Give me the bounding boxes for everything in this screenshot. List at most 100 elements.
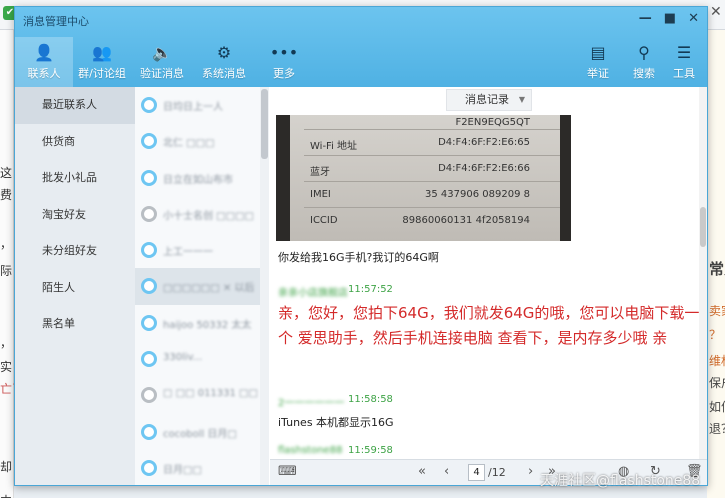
- list-item[interactable]: 小十士名创 □□□□: [135, 196, 268, 232]
- scrollbar-thumb[interactable]: [700, 207, 706, 247]
- close-icon[interactable]: ✕: [688, 11, 699, 26]
- contact-name: haijoo 50332 太太: [163, 319, 252, 331]
- toolbar-label: 工具: [673, 67, 695, 80]
- toolbar-more[interactable]: ••• 更多: [255, 37, 313, 87]
- bg-text: 维权: [709, 354, 725, 368]
- avatar: [141, 97, 157, 113]
- photo-value: D4:F4:6F:F2:E6:66: [438, 163, 530, 174]
- list-item[interactable]: 330liv...: [135, 341, 268, 377]
- category-ungrouped[interactable]: 未分组好友: [15, 233, 135, 270]
- search-icon: ⚲: [638, 43, 650, 62]
- list-item[interactable]: 上工一一一: [135, 232, 268, 268]
- minimize-icon[interactable]: —: [639, 11, 652, 26]
- avatar: [141, 423, 157, 440]
- background-left-panel: 这 费 ， 际 ， 实 亡了 却 中心: [0, 30, 14, 498]
- toolbar-system[interactable]: ⚙ 系统消息: [195, 37, 253, 87]
- list-item[interactable]: 日月□□: [135, 450, 268, 485]
- avatar: [141, 278, 157, 295]
- message-time: 11:58:58: [348, 394, 393, 405]
- contact-name: □□□□□□ ✕ 以后: [163, 283, 255, 295]
- list-item[interactable]: haijoo 50332 太太: [135, 305, 268, 341]
- avatar: [141, 169, 157, 186]
- list-item[interactable]: 日立在如山布市: [135, 160, 268, 196]
- bg-text: 际: [0, 264, 13, 278]
- record-label: 消息记录: [465, 93, 509, 106]
- photo-value: 89860060131 4f2058194: [402, 215, 530, 226]
- first-page-icon[interactable]: «: [418, 464, 426, 479]
- bg-text: 退？: [709, 422, 725, 436]
- category-blacklist[interactable]: 黑名单: [15, 306, 135, 343]
- message-text: iTunes 本机都显示16G: [278, 416, 394, 429]
- list-item[interactable]: □□□□□□ ✕ 以后: [135, 268, 268, 305]
- page-input[interactable]: 4: [468, 464, 485, 481]
- keyboard-icon[interactable]: ⌨: [278, 464, 297, 479]
- report-icon: ▤: [590, 43, 606, 62]
- contact-name: 小十士名创 □□□□: [163, 210, 254, 222]
- toolbar-label: 举证: [587, 67, 609, 80]
- contact-scrollbar[interactable]: [260, 87, 269, 485]
- message-scrollbar[interactable]: [699, 87, 707, 459]
- toolbar-verify[interactable]: 🔈 验证消息: [133, 37, 191, 87]
- maximize-icon[interactable]: ■: [664, 11, 676, 26]
- list-item[interactable]: 北仁 □□□: [135, 123, 268, 159]
- contact-list: 日均日上一人 北仁 □□□ 日立在如山布市 小十士名创 □□□□ 上工一一一 □…: [135, 87, 269, 485]
- contact-name: 330liv...: [163, 352, 203, 364]
- message-sender: 亲亲小店旗舰店: [278, 288, 348, 299]
- contact-name: 日月□□: [163, 464, 202, 476]
- avatar: [141, 387, 157, 404]
- toolbar-label: 联系人: [27, 67, 61, 80]
- category-taobao-friends[interactable]: 淘宝好友: [15, 197, 135, 234]
- divider: [304, 155, 560, 156]
- category-suppliers[interactable]: 供货商: [15, 124, 135, 161]
- bg-text: ，: [0, 336, 13, 350]
- photo-attachment[interactable]: F2EN9EQG5QT Wi-Fi 地址 D4:F4:6F:F2:E6:65 蓝牙…: [276, 115, 571, 241]
- photo-key: ICCID: [310, 215, 338, 226]
- window-title: 消息管理中心: [23, 15, 89, 28]
- avatar: [141, 351, 157, 368]
- title-bar: 消息管理中心 — ■ ✕ 👤 联系人 👥 群/讨论组 🔈 验证消息 ⚙ 系统消息: [15, 7, 707, 87]
- bg-text: 却: [0, 460, 13, 474]
- contact-name: 上工一一一: [163, 247, 213, 259]
- message-sender: 2一一一一一一: [278, 398, 345, 409]
- message-sender: flashstone88: [278, 445, 343, 456]
- category-wholesale-gifts[interactable]: 批发小礼品: [15, 160, 135, 197]
- avatar: [141, 314, 157, 331]
- message-manager-window: 消息管理中心 — ■ ✕ 👤 联系人 👥 群/讨论组 🔈 验证消息 ⚙ 系统消息: [14, 6, 708, 486]
- next-page-icon[interactable]: ›: [528, 464, 533, 479]
- toolbar-label: 更多: [273, 67, 295, 80]
- avatar: [141, 133, 157, 150]
- background-right-panel: 常见 卖家 ？ 维权 保户 如何 退？: [707, 30, 725, 498]
- list-item[interactable]: 日均日上一人: [135, 87, 268, 123]
- contact-name: 日均日上一人: [163, 102, 223, 113]
- list-item[interactable]: □ □□ 011331 □□: [135, 377, 268, 413]
- more-icon: •••: [269, 43, 299, 62]
- toolbar-tools[interactable]: ☰ 工具: [663, 37, 705, 87]
- toolbar-report[interactable]: ▤ 举证: [577, 37, 619, 87]
- toolbar-label: 系统消息: [202, 67, 246, 80]
- page-total: /12: [488, 466, 506, 479]
- avatar: [141, 205, 157, 222]
- bg-text: 实: [0, 360, 13, 374]
- close-icon[interactable]: ✕: [710, 4, 722, 20]
- prev-page-icon[interactable]: ‹: [444, 464, 449, 479]
- photo-value: F2EN9EQG5QT: [455, 117, 530, 128]
- list-item[interactable]: cocoboll 日月□: [135, 414, 268, 450]
- scrollbar-thumb[interactable]: [261, 89, 268, 159]
- message-text: 你发给我16G手机?我订的64G啊: [278, 251, 439, 264]
- toolbar-contacts[interactable]: 👤 联系人: [15, 37, 73, 87]
- divider: [304, 207, 560, 208]
- toolbar-groups[interactable]: 👥 群/讨论组: [73, 37, 131, 87]
- photo-key: Wi-Fi 地址: [310, 141, 358, 152]
- bg-text: 保户: [709, 376, 725, 390]
- toolbar-search[interactable]: ⚲ 搜索: [623, 37, 665, 87]
- message-time: 11:57:52: [348, 284, 393, 295]
- contact-name: □ □□ 011331 □□: [163, 388, 258, 400]
- contact-name: 北仁 □□□: [163, 138, 215, 150]
- message-record-dropdown[interactable]: 消息记录 ▼: [446, 89, 532, 111]
- avatar: [141, 459, 157, 476]
- watermark: 天涯社区@flashstone88: [540, 473, 701, 489]
- avatar: [141, 242, 157, 259]
- bg-text: 这: [0, 166, 13, 180]
- category-recent[interactable]: 最近联系人: [15, 87, 135, 124]
- category-strangers[interactable]: 陌生人: [15, 270, 135, 307]
